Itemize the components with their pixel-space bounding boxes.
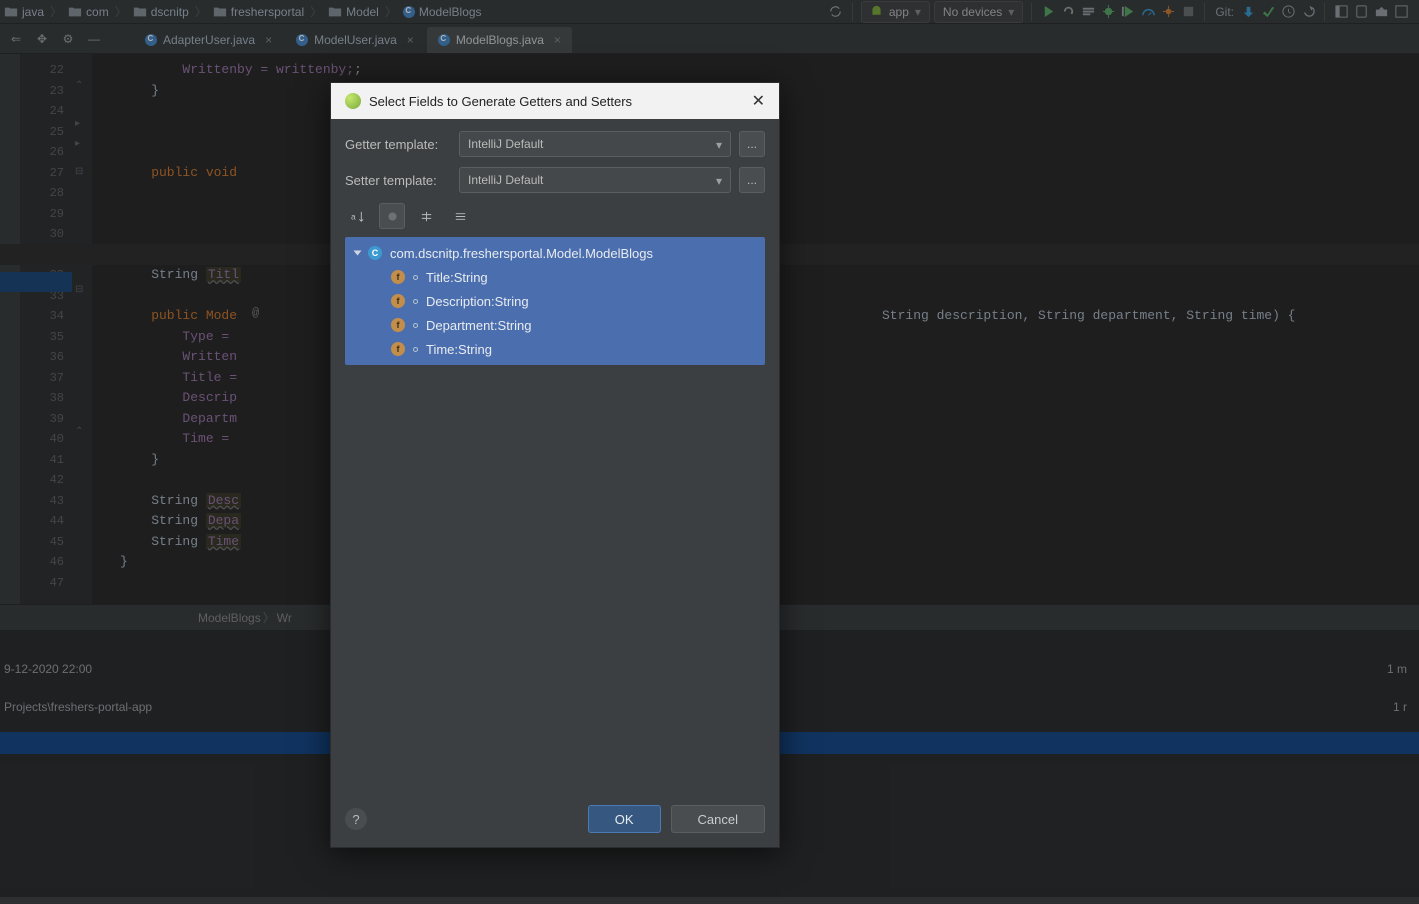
help-button[interactable]: ? [345, 808, 367, 830]
collapse-all-icon[interactable] [447, 203, 473, 229]
dialog-titlebar[interactable]: Select Fields to Generate Getters and Se… [331, 83, 779, 119]
field-icon: f [391, 342, 405, 356]
modifier-icon [413, 347, 418, 352]
sort-visibility-icon[interactable] [379, 203, 405, 229]
tree-field-description[interactable]: fDescription:String [345, 289, 765, 313]
field-icon: f [391, 270, 405, 284]
getter-template-select[interactable]: IntelliJ Default▾ [459, 131, 731, 157]
setter-template-browse[interactable]: ... [739, 167, 765, 193]
chevron-down-icon: ▾ [716, 174, 722, 188]
tree-field-department[interactable]: fDepartment:String [345, 313, 765, 337]
tree-field-title[interactable]: fTitle:String [345, 265, 765, 289]
chevron-down-icon: ▾ [716, 138, 722, 152]
generate-getter-setter-dialog: Select Fields to Generate Getters and Se… [330, 82, 780, 848]
getter-template-browse[interactable]: ... [739, 131, 765, 157]
expand-all-icon[interactable] [413, 203, 439, 229]
ok-button[interactable]: OK [588, 805, 661, 833]
getter-template-label: Getter template: [345, 137, 451, 152]
tree-class-node[interactable]: C com.dscnitp.freshersportal.Model.Model… [345, 241, 765, 265]
modifier-icon [413, 275, 418, 280]
field-tree[interactable]: C com.dscnitp.freshersportal.Model.Model… [345, 237, 765, 365]
field-icon: f [391, 294, 405, 308]
setter-template-select[interactable]: IntelliJ Default▾ [459, 167, 731, 193]
expand-icon[interactable] [354, 251, 362, 256]
modifier-icon [413, 299, 418, 304]
android-studio-icon [345, 93, 361, 109]
class-icon: C [368, 246, 382, 260]
field-icon: f [391, 318, 405, 332]
close-icon[interactable]: ✕ [752, 91, 765, 111]
setter-template-label: Setter template: [345, 173, 451, 188]
svg-text:a: a [351, 211, 356, 221]
cancel-button[interactable]: Cancel [671, 805, 765, 833]
sort-alpha-icon[interactable]: a [345, 203, 371, 229]
tree-field-time[interactable]: fTime:String [345, 337, 765, 361]
modifier-icon [413, 323, 418, 328]
dialog-title: Select Fields to Generate Getters and Se… [369, 94, 632, 109]
